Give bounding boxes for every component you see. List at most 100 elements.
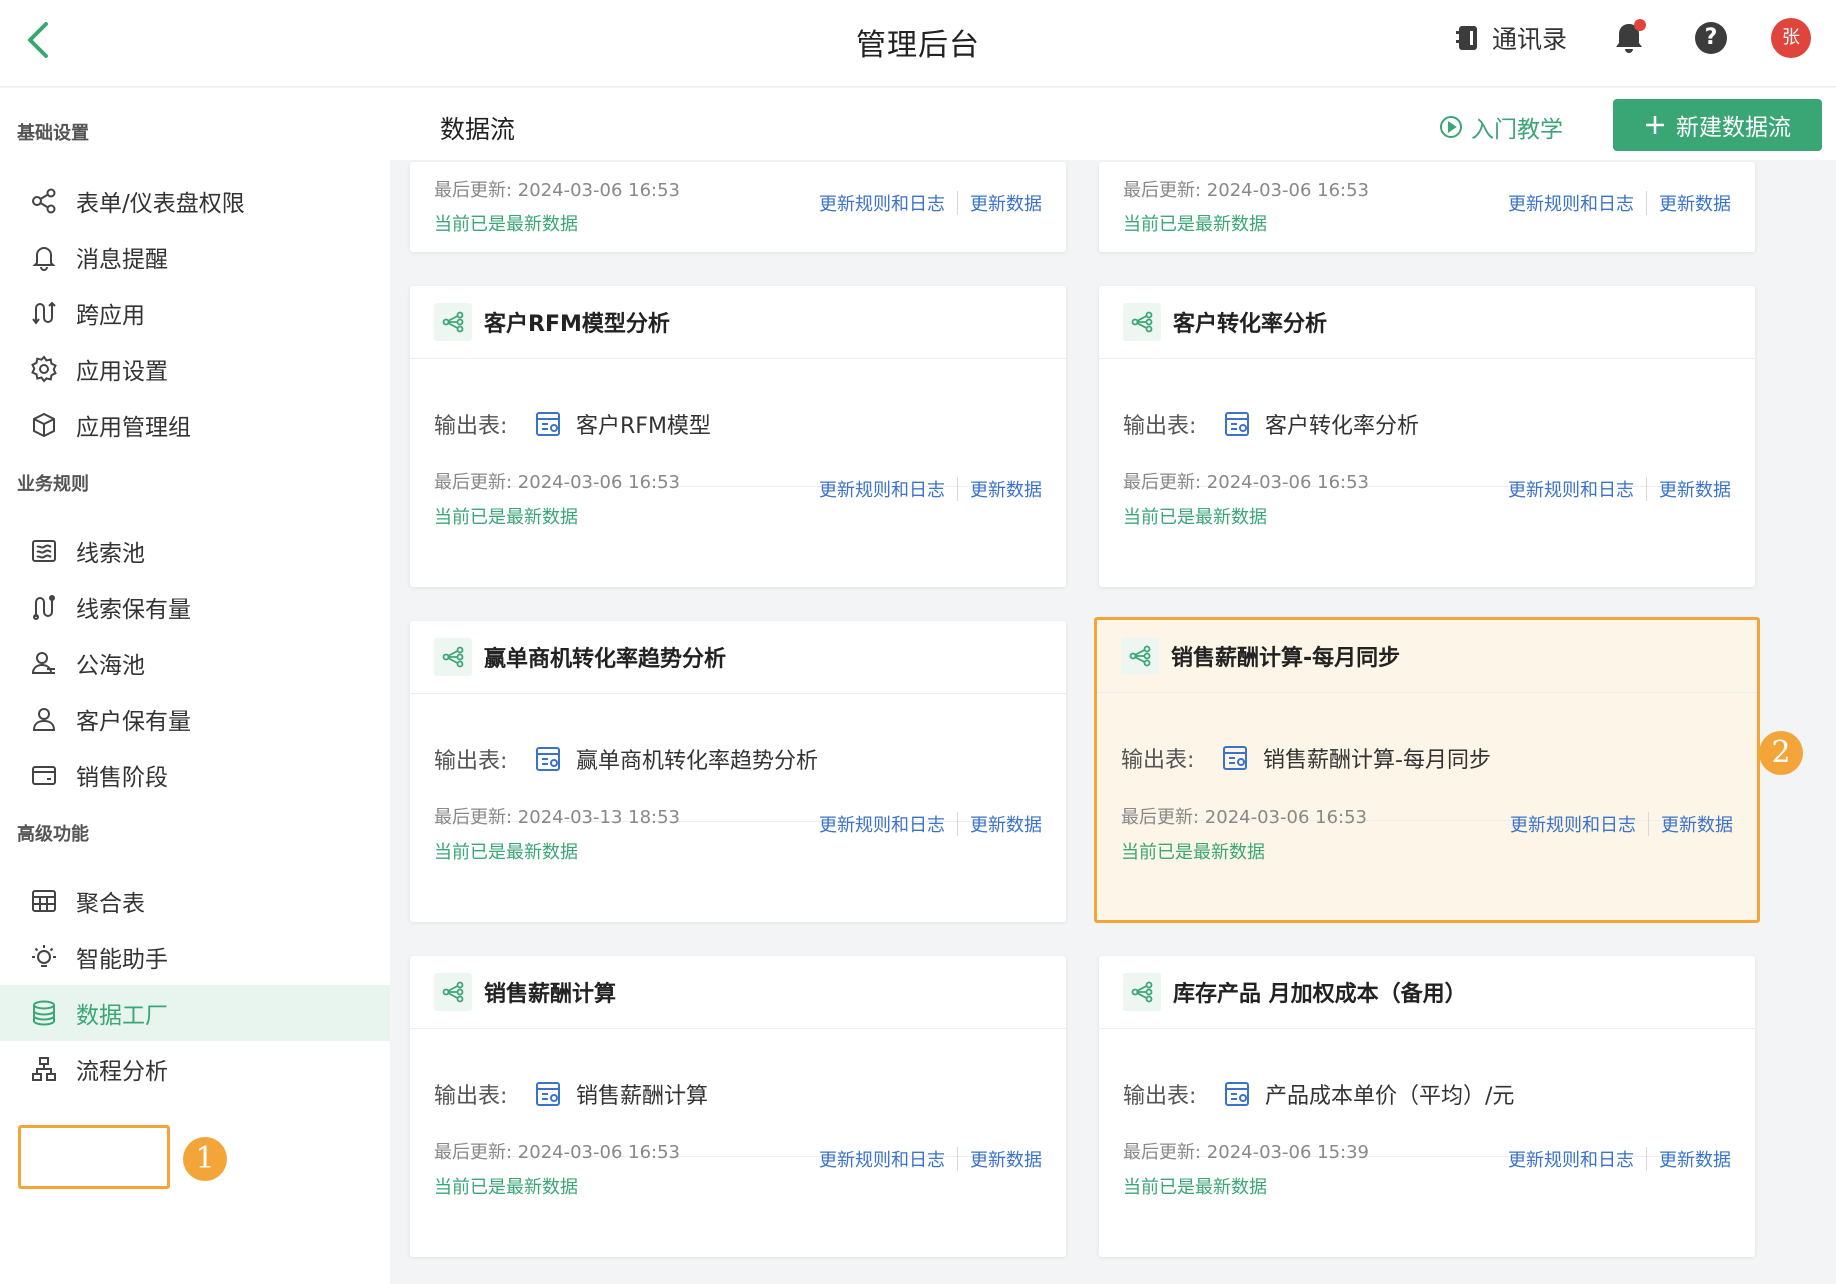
- dataflow-icon: [434, 973, 472, 1011]
- dataflow-card[interactable]: 客户转化率分析 输出表: 客户转化率分析 最后更新: 2024-03-06 16:53…: [1099, 286, 1755, 587]
- page-title: 数据流: [440, 115, 516, 144]
- sidebar-item-app-admin-group[interactable]: 应用管理组: [0, 397, 390, 453]
- dataflow-card[interactable]: 销售薪酬计算 输出表: 销售薪酬计算 最后更新: 2024-03-06 16:53 当前…: [410, 956, 1066, 1257]
- dataflow-card[interactable]: 客户RFM模型分析 输出表: 客户RFM模型 最后更新: 2024-03-06 16:…: [410, 286, 1066, 587]
- address-book-icon: [1456, 26, 1477, 50]
- update-rules-log-link[interactable]: 更新规则和日志: [819, 190, 945, 216]
- sidebar-item-aggregate-table[interactable]: 聚合表: [0, 873, 390, 929]
- update-rules-log-link[interactable]: 更新规则和日志: [819, 1146, 945, 1172]
- tutorial-label: 入门教学: [1471, 117, 1563, 143]
- update-rules-log-link[interactable]: 更新规则和日志: [1510, 811, 1636, 837]
- update-data-link[interactable]: 更新数据: [970, 811, 1042, 837]
- output-row: 输出表: 赢单商机转化率趋势分析: [434, 743, 818, 775]
- update-data-link[interactable]: 更新数据: [1661, 811, 1733, 837]
- sidebar-item-label: 公海池: [76, 653, 145, 679]
- card-title[interactable]: 销售薪酬计算-每月同步: [1171, 640, 1400, 672]
- dataflow-card[interactable]: 赢单商机转化率趋势分析 输出表: 赢单商机转化率趋势分析 最后更新: 2024-03-…: [410, 621, 1066, 922]
- cube-icon: [33, 412, 55, 438]
- dataflow-card[interactable]: 最后更新: 2024-03-06 16:53 当前已是最新数据 更新规则和日志 更新数…: [410, 162, 1066, 252]
- dataflow-icon: [434, 638, 472, 676]
- sidebar-item-sales-stage[interactable]: 销售阶段: [0, 747, 390, 803]
- group-title-advanced: 高级功能: [17, 824, 89, 845]
- new-dataflow-button[interactable]: 新建数据流: [1613, 99, 1822, 151]
- sidebar-item-label: 线索池: [76, 541, 145, 567]
- contacts-label: 通讯录: [1492, 25, 1568, 54]
- help-icon[interactable]: ?: [1695, 22, 1727, 54]
- dataflow-icon: [1123, 973, 1161, 1011]
- dataflow-card[interactable]: 销售薪酬计算-每月同步 输出表: 销售薪酬计算-每月同步 最后更新: 2024-03-…: [1094, 617, 1760, 923]
- card-title[interactable]: 销售薪酬计算: [484, 976, 616, 1008]
- output-table-name[interactable]: 赢单商机转化率趋势分析: [576, 743, 818, 775]
- dataflow-card[interactable]: 库存产品 月加权成本（备用） 输出表: 产品成本单价（平均）/元 最后更新: 2024…: [1099, 956, 1755, 1257]
- update-data-link[interactable]: 更新数据: [1659, 476, 1731, 502]
- card-title[interactable]: 赢单商机转化率趋势分析: [484, 641, 726, 673]
- output-label: 输出表:: [434, 749, 508, 774]
- table-icon: [534, 1080, 562, 1108]
- table-icon: [534, 410, 562, 438]
- top-bar: 管理后台 通讯录 ? 张: [0, 0, 1836, 87]
- update-data-link[interactable]: 更新数据: [1659, 1146, 1731, 1172]
- sidebar-item-form-permissions[interactable]: 表单/仪表盘权限: [0, 173, 390, 229]
- update-data-link[interactable]: 更新数据: [970, 476, 1042, 502]
- sidebar-item-label: 线索保有量: [76, 597, 191, 623]
- card-title[interactable]: 客户转化率分析: [1173, 306, 1327, 338]
- sidebar-item-lead-holding[interactable]: 线索保有量: [0, 579, 390, 635]
- update-data-link[interactable]: 更新数据: [1659, 190, 1731, 216]
- last-update-time: 最后更新: 2024-03-06 15:39: [1123, 1142, 1369, 1163]
- last-update-time: 最后更新: 2024-03-06 16:53: [434, 180, 680, 201]
- output-table-name[interactable]: 销售薪酬计算-每月同步: [1263, 742, 1491, 774]
- card-title[interactable]: 库存产品 月加权成本（备用）: [1173, 976, 1467, 1008]
- output-table-name[interactable]: 客户RFM模型: [576, 408, 711, 440]
- update-data-link[interactable]: 更新数据: [970, 1146, 1042, 1172]
- sync-status: 当前已是最新数据: [1123, 1177, 1267, 1198]
- output-label: 输出表:: [434, 1084, 508, 1109]
- card-actions: 更新规则和日志 更新数据: [819, 811, 1042, 837]
- cross-arrows-icon: [32, 301, 56, 325]
- card-title[interactable]: 客户RFM模型分析: [484, 306, 670, 338]
- update-data-link[interactable]: 更新数据: [970, 190, 1042, 216]
- divider: [1646, 1147, 1647, 1171]
- user-group-icon: [31, 652, 55, 674]
- card-actions: 更新规则和日志 更新数据: [1510, 811, 1733, 837]
- card-actions: 更新规则和日志 更新数据: [819, 476, 1042, 502]
- divider: [957, 812, 958, 836]
- update-rules-log-link[interactable]: 更新规则和日志: [1508, 1146, 1634, 1172]
- card-header: 库存产品 月加权成本（备用）: [1099, 956, 1755, 1029]
- sidebar-item-smart-assistant[interactable]: 智能助手: [0, 929, 390, 985]
- annotation-badge-2: 2: [1759, 731, 1803, 775]
- sidebar-item-label: 消息提醒: [76, 247, 168, 273]
- database-icon: [33, 1000, 55, 1026]
- dataflow-card[interactable]: 最后更新: 2024-03-06 16:53 当前已是最新数据 更新规则和日志 更新数…: [1099, 162, 1755, 252]
- user-avatar[interactable]: 张: [1771, 18, 1811, 58]
- last-update-time: 最后更新: 2024-03-06 16:53: [1123, 180, 1369, 201]
- user-icon: [32, 708, 56, 731]
- sidebar-item-notifications[interactable]: 消息提醒: [0, 229, 390, 285]
- tutorial-link[interactable]: 入门教学: [1439, 110, 1563, 144]
- last-update-time: 最后更新: 2024-03-06 16:53: [434, 1142, 680, 1163]
- sidebar-item-label: 智能助手: [76, 947, 168, 973]
- sidebar-item-lead-pool[interactable]: 线索池: [0, 523, 390, 579]
- share-nodes-icon: [32, 188, 56, 214]
- sidebar-item-public-pool[interactable]: 公海池: [0, 635, 390, 691]
- update-rules-log-link[interactable]: 更新规则和日志: [819, 811, 945, 837]
- output-table-name[interactable]: 产品成本单价（平均）/元: [1265, 1078, 1514, 1110]
- divider: [957, 191, 958, 215]
- output-table-name[interactable]: 客户转化率分析: [1265, 408, 1419, 440]
- output-row: 输出表: 客户转化率分析: [1123, 408, 1419, 440]
- main-header: 数据流 入门教学 新建数据流: [390, 88, 1836, 160]
- notification-bell-icon[interactable]: [1612, 18, 1648, 58]
- sidebar-item-customer-holding[interactable]: 客户保有量: [0, 691, 390, 747]
- new-dataflow-label: 新建数据流: [1676, 115, 1791, 141]
- update-rules-log-link[interactable]: 更新规则和日志: [819, 476, 945, 502]
- output-table-name[interactable]: 销售薪酬计算: [576, 1078, 708, 1110]
- sidebar-item-cross-app[interactable]: 跨应用: [0, 285, 390, 341]
- contacts-button[interactable]: 通讯录: [1456, 20, 1567, 56]
- divider: [957, 1147, 958, 1171]
- sidebar-item-label: 应用设置: [76, 359, 168, 385]
- update-rules-log-link[interactable]: 更新规则和日志: [1508, 190, 1634, 216]
- sidebar-item-app-settings[interactable]: 应用设置: [0, 341, 390, 397]
- update-rules-log-link[interactable]: 更新规则和日志: [1508, 476, 1634, 502]
- bell-outline-icon: [32, 247, 56, 271]
- sidebar-item-data-factory[interactable]: 数据工厂: [0, 985, 390, 1041]
- sidebar-item-process-analysis[interactable]: 流程分析: [0, 1041, 390, 1097]
